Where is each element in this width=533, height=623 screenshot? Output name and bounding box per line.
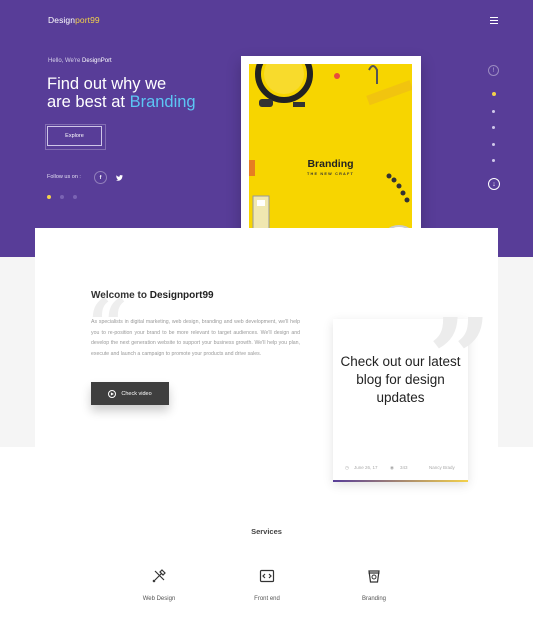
logo-accent: port99 bbox=[75, 15, 100, 25]
side-nav-dot[interactable] bbox=[492, 110, 495, 113]
menu-icon[interactable] bbox=[490, 17, 498, 24]
welcome-body: As specialists in digital marketing, web… bbox=[91, 319, 300, 357]
logo[interactable]: Designport99 bbox=[48, 15, 100, 25]
check-video-button[interactable]: ▶ Check video bbox=[91, 382, 169, 405]
blog-views: 343 bbox=[400, 465, 408, 470]
service-web-design[interactable]: Web Design bbox=[124, 567, 194, 602]
blog-accent-bar bbox=[333, 480, 468, 482]
side-nav-dot[interactable] bbox=[492, 126, 495, 129]
side-nav-dot[interactable] bbox=[492, 143, 495, 146]
slider-dot-active[interactable] bbox=[47, 195, 51, 199]
headline-keyword: Branding bbox=[129, 93, 196, 111]
page: Designport99 Hello, We're DesignPort Fin… bbox=[0, 0, 533, 623]
hero-headline: Find out why we are best at Branding bbox=[47, 75, 227, 111]
scroll-down-icon[interactable]: ↓ bbox=[488, 178, 500, 190]
facebook-icon[interactable]: f bbox=[94, 171, 107, 184]
follow-label: Follow us on : bbox=[47, 174, 81, 180]
slider-dot[interactable] bbox=[73, 195, 77, 199]
welcome-title: Welcome to Designport99 bbox=[91, 290, 214, 301]
service-label: Web Design bbox=[142, 596, 176, 602]
clock-icon: ◷ bbox=[345, 465, 349, 470]
blog-headline: Check out our latest blog for design upd… bbox=[340, 354, 461, 405]
cup-icon bbox=[365, 567, 383, 585]
twitter-icon[interactable] bbox=[113, 171, 126, 184]
slider-dot[interactable] bbox=[60, 195, 64, 199]
web-design-icon bbox=[150, 567, 168, 585]
service-front-end[interactable]: Front end bbox=[232, 567, 302, 602]
headline-line2: are best at bbox=[47, 93, 130, 111]
play-icon: ▶ bbox=[108, 389, 117, 398]
code-icon bbox=[258, 567, 276, 585]
service-label: Front end bbox=[254, 596, 280, 602]
blog-card[interactable]: ” Check out our latest blog for design u… bbox=[333, 304, 491, 482]
side-nav-dot-active[interactable] bbox=[491, 92, 496, 96]
hero-greeting: Hello, We're DesignPort bbox=[48, 58, 112, 64]
eye-icon: ◉ bbox=[390, 465, 394, 470]
service-label: Branding bbox=[361, 596, 387, 602]
check-video-label: Check video bbox=[121, 390, 152, 397]
info-icon[interactable]: ! bbox=[488, 65, 499, 76]
card-subtitle: THE NEW CRAFT bbox=[306, 172, 355, 176]
logo-main: Design bbox=[48, 15, 76, 25]
side-nav-dot[interactable] bbox=[492, 159, 495, 162]
services-title: Services bbox=[251, 527, 282, 536]
headline-line1: Find out why we bbox=[47, 75, 167, 93]
card-title: Branding bbox=[307, 158, 354, 170]
blog-author: Nancy Brady bbox=[429, 465, 455, 470]
service-branding[interactable]: Branding bbox=[339, 567, 409, 602]
blog-date: June 26, 17 bbox=[354, 465, 378, 470]
explore-button[interactable]: Explore bbox=[45, 124, 106, 150]
